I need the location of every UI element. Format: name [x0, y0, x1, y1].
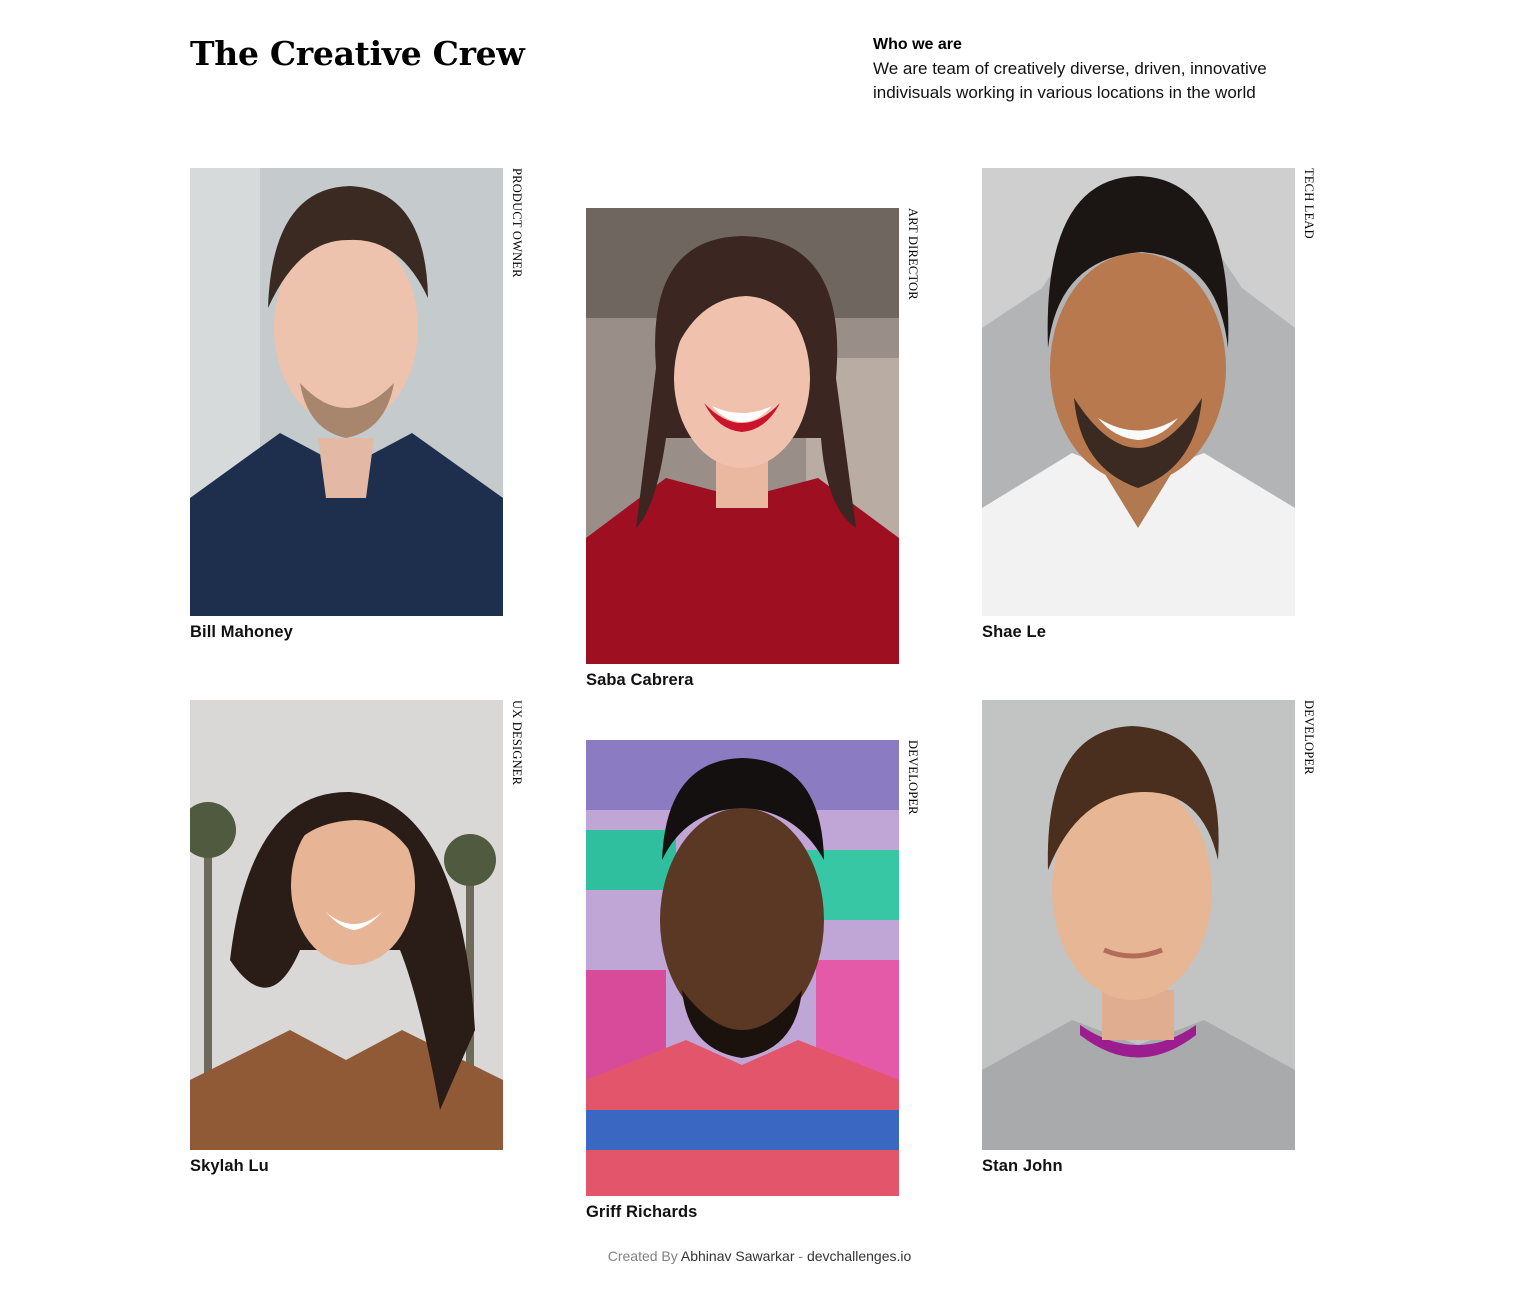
member-name: Stan John [982, 1157, 1063, 1175]
footer-created-by: Created By [607, 1248, 678, 1264]
team-member-card: TECH LEAD Shae Le [982, 168, 1322, 648]
portrait-photo [190, 168, 503, 616]
member-role: UX DESIGNER [510, 700, 524, 786]
member-name: Skylah Lu [190, 1157, 269, 1175]
team-member-card: UX DESIGNER Skylah Lu [190, 700, 530, 1184]
portrait-photo [982, 700, 1295, 1150]
footer-author-link[interactable]: Abhinav Sawarkar [681, 1248, 795, 1264]
member-name: Griff Richards [586, 1203, 698, 1221]
team-member-card: PRODUCT OWNER Bill Mahoney [190, 168, 530, 648]
footer-separator: - [798, 1248, 804, 1264]
intro-heading: Who we are [873, 36, 962, 53]
page-title: The Creative Crew [190, 34, 525, 73]
portrait-photo [586, 208, 899, 664]
footer: Created By Abhinav Sawarkar - devchallen… [0, 1248, 1519, 1264]
member-name: Shae Le [982, 623, 1046, 641]
member-name: Bill Mahoney [190, 623, 293, 641]
team-member-card: DEVELOPER Griff Richards [586, 740, 926, 1224]
team-member-card: ART DIRECTOR Saba Cabrera [586, 208, 926, 692]
intro-section: Who we are We are team of creatively div… [873, 34, 1313, 105]
member-role: ART DIRECTOR [906, 208, 920, 300]
footer-site-link[interactable]: devchallenges.io [807, 1248, 911, 1264]
portrait-photo [190, 700, 503, 1150]
portrait-photo [982, 168, 1295, 616]
member-role: PRODUCT OWNER [510, 168, 524, 278]
portrait-photo [586, 740, 899, 1196]
team-member-card: DEVELOPER Stan John [982, 700, 1322, 1184]
member-role: DEVELOPER [1302, 700, 1316, 775]
member-role: DEVELOPER [906, 740, 920, 815]
intro-text: We are team of creatively diverse, drive… [873, 59, 1267, 102]
member-name: Saba Cabrera [586, 671, 694, 689]
member-role: TECH LEAD [1302, 168, 1316, 239]
